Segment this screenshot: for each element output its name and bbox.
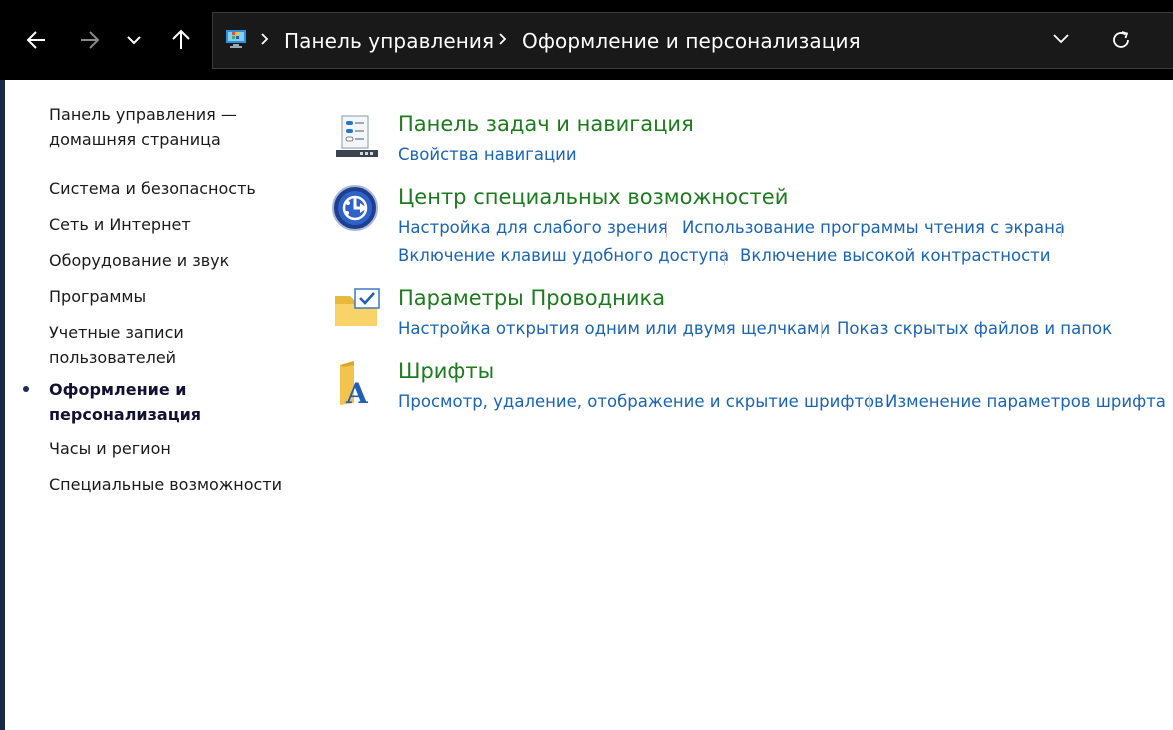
arrow-up-icon <box>172 29 190 49</box>
link-font-settings[interactable]: Изменение параметров шрифта <box>885 392 1166 411</box>
breadcrumb-separator-icon <box>499 33 507 45</box>
breadcrumb-control-panel[interactable]: Панель управления <box>284 29 494 53</box>
svg-text:A: A <box>345 377 369 409</box>
sidebar: Панель управления — домашняя страница Си… <box>0 80 300 730</box>
link-view-fonts[interactable]: Просмотр, удаление, отображение и скрыти… <box>398 392 884 411</box>
active-indicator <box>23 386 29 392</box>
link-single-double-click[interactable]: Настройка открытия одним или двумя щелчк… <box>398 319 830 338</box>
link-separator <box>821 322 822 338</box>
taskbar-icon <box>336 115 378 157</box>
breadcrumb-appearance[interactable]: Оформление и персонализация <box>522 29 861 53</box>
sidebar-item-hardware-sound[interactable]: Оборудование и звук <box>49 248 289 273</box>
sidebar-item-user-accounts[interactable]: Учетные записи пользователей <box>49 320 289 370</box>
category-title[interactable]: Центр специальных возможностей <box>398 185 788 209</box>
refresh-icon[interactable] <box>1110 29 1132 51</box>
folder-options-icon <box>335 288 380 326</box>
sidebar-item-network[interactable]: Сеть и Интернет <box>49 212 289 237</box>
forward-button[interactable] <box>72 22 108 58</box>
link-screen-reader[interactable]: Использование программы чтения с экрана <box>682 218 1065 237</box>
link-separator <box>724 249 725 265</box>
sidebar-item-system-security[interactable]: Система и безопасность <box>49 176 289 201</box>
link-separator <box>869 395 870 411</box>
address-bar[interactable]: Панель управления Оформление и персонали… <box>212 12 1173 69</box>
category-title[interactable]: Параметры Проводника <box>398 286 665 310</box>
link-high-contrast[interactable]: Включение высокой контрастности <box>740 246 1051 265</box>
breadcrumb-separator-icon <box>261 33 269 45</box>
link-sticky-keys[interactable]: Включение клавиш удобного доступа <box>398 246 729 265</box>
arrow-right-icon <box>81 31 100 49</box>
link-show-hidden-files[interactable]: Показ скрытых файлов и папок <box>837 319 1112 338</box>
sidebar-item-accessibility[interactable]: Специальные возможности <box>49 472 289 497</box>
recent-locations-button[interactable] <box>116 22 152 58</box>
sidebar-item-programs[interactable]: Программы <box>49 284 289 309</box>
link-low-vision[interactable]: Настройка для слабого зрения <box>398 218 668 237</box>
chevron-down-icon <box>127 36 141 45</box>
category-title[interactable]: Панель задач и навигация <box>398 112 694 136</box>
arrow-left-icon <box>26 31 45 49</box>
sidebar-item-appearance[interactable]: Оформление и персонализация <box>49 377 289 427</box>
ease-of-access-icon <box>332 185 378 231</box>
sidebar-item-home[interactable]: Панель управления — домашняя страница <box>49 102 289 152</box>
up-button[interactable] <box>163 22 199 58</box>
category-title[interactable]: Шрифты <box>398 359 494 383</box>
sidebar-item-clock-region[interactable]: Часы и регион <box>49 436 289 461</box>
back-button[interactable] <box>18 22 54 58</box>
link-navigation-properties[interactable]: Свойства навигации <box>398 145 577 164</box>
navigation-bar: Панель управления Оформление и персонали… <box>0 0 1173 80</box>
control-panel-icon <box>226 30 246 48</box>
fonts-icon: A <box>340 361 369 409</box>
address-dropdown-icon[interactable] <box>1051 31 1071 45</box>
link-separator <box>1061 221 1062 237</box>
link-separator <box>666 221 667 237</box>
